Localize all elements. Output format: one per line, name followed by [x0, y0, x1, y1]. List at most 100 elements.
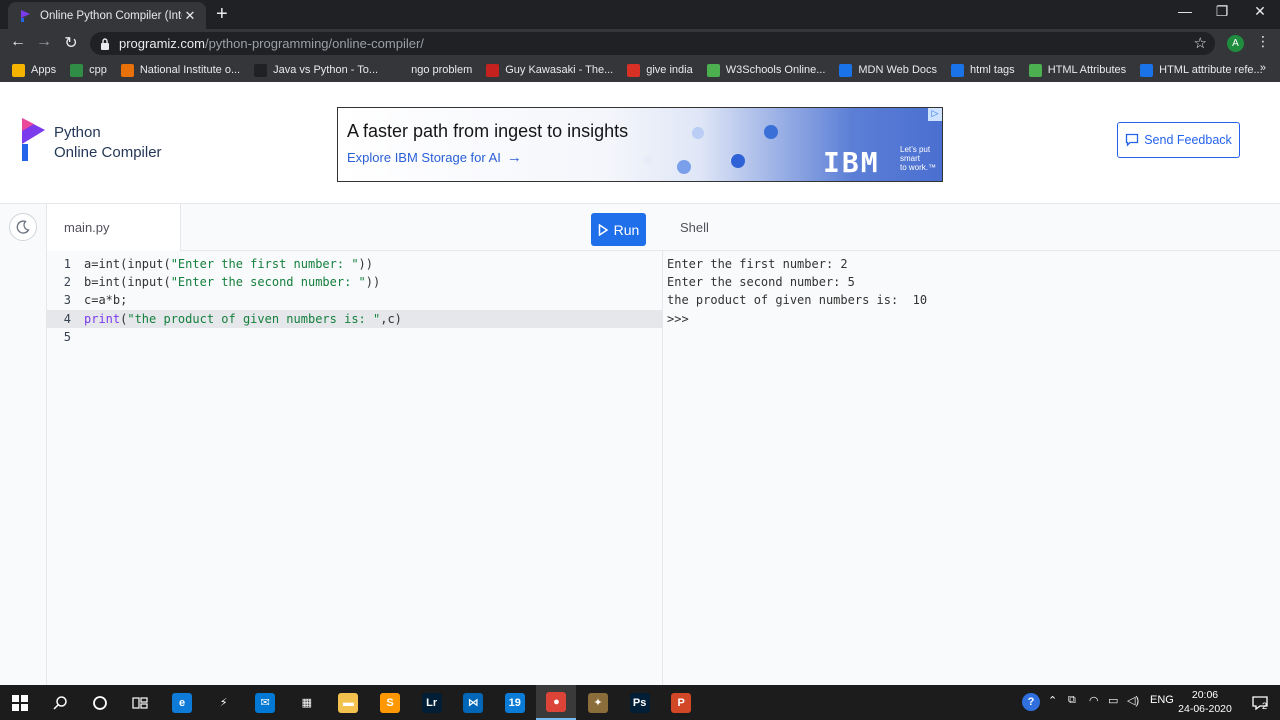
- bookmark-item[interactable]: give india: [627, 63, 693, 77]
- bookmark-item[interactable]: html tags: [951, 63, 1015, 77]
- shell-output[interactable]: Enter the first number: 2 Enter the secon…: [663, 251, 1280, 641]
- ad-link[interactable]: Explore IBM Storage for AI →: [347, 149, 522, 166]
- battery-icon[interactable]: ▭: [1108, 694, 1118, 707]
- tab-close-icon[interactable]: ✕: [182, 8, 198, 24]
- editor-tab-bar: main.py Run: [47, 204, 663, 251]
- taskbar-app-explorer[interactable]: ▬: [328, 685, 368, 720]
- bookmark-item[interactable]: National Institute o...: [120, 63, 240, 77]
- minimize-icon[interactable]: —: [1170, 3, 1200, 19]
- logo-text[interactable]: Python Online Compiler: [54, 123, 162, 163]
- search-icon: [53, 695, 67, 710]
- bookmark-item[interactable]: cpp: [70, 63, 107, 77]
- compiler-workspace: main.py Run 1 a=int(input("Enter the firs…: [0, 204, 1280, 685]
- mail-icon: ✉: [255, 692, 276, 713]
- bookmark-label: HTML Attributes: [1047, 64, 1127, 76]
- line-number: 2: [63, 275, 71, 290]
- bookmark-label: W3Schools Online...: [725, 64, 826, 76]
- adchoices-icon[interactable]: ▷: [928, 108, 942, 121]
- code-line[interactable]: 2 b=int(input("Enter the second number: "…: [47, 273, 663, 291]
- taskbar-app-photoshop[interactable]: Ps: [620, 685, 660, 720]
- bookmark-label: Java vs Python - To...: [273, 64, 379, 76]
- url-path: /python-programming/online-compiler/: [204, 36, 424, 51]
- forward-icon[interactable]: →: [34, 33, 54, 51]
- dark-mode-toggle[interactable]: [9, 213, 37, 241]
- clock-time: 20:06: [1191, 689, 1219, 701]
- bookmark-label: cpp: [89, 64, 107, 76]
- send-feedback-button[interactable]: Send Feedback: [1117, 122, 1240, 158]
- bookmark-label: HTML attribute refe...: [1159, 64, 1263, 76]
- wifi-icon[interactable]: ◠: [1089, 694, 1099, 707]
- programiz-favicon-icon: [21, 9, 30, 22]
- task-view-button[interactable]: [120, 685, 160, 720]
- url-host: programiz.com: [119, 36, 205, 51]
- windows-start-button[interactable]: [0, 685, 40, 720]
- address-bar[interactable]: programiz.com /python-programming/online…: [90, 32, 1215, 55]
- send-feedback-label: Send Feedback: [1144, 133, 1232, 147]
- bookmark-item[interactable]: Java vs Python - To...: [254, 63, 379, 77]
- browser-titlebar: Online Python Compiler (Interpre ✕ + — ❐…: [0, 0, 1280, 29]
- code-text: c=a*b;: [84, 291, 127, 309]
- search-button[interactable]: [40, 685, 80, 720]
- bookmark-label: html tags: [970, 64, 1015, 76]
- shell-output-line: the product of given numbers is: 10: [667, 293, 928, 308]
- ad-banner[interactable]: A faster path from ingest to insights Ex…: [337, 107, 943, 182]
- code-line[interactable]: 4 print("the product of given numbers is:…: [47, 309, 663, 328]
- tray-chevron-up-icon[interactable]: ⌃: [1048, 694, 1057, 707]
- bookmark-item[interactable]: Guy Kawasaki - The...: [486, 63, 613, 77]
- taskbar-app-powershell[interactable]: ⚡: [204, 685, 244, 720]
- taskbar-app-app-19[interactable]: 19: [495, 685, 535, 720]
- line-number: 4: [63, 311, 71, 326]
- bookmark-item[interactable]: MDN Web Docs: [839, 63, 937, 77]
- help-icon[interactable]: ?: [1022, 693, 1040, 711]
- code-text: a=int(input("Enter the first number: ")): [84, 255, 373, 273]
- taskbar-app-store[interactable]: ▦: [287, 685, 327, 720]
- institute-icon: [120, 63, 134, 77]
- programiz-logo-icon[interactable]: [20, 118, 46, 162]
- browser-tab[interactable]: Online Python Compiler (Interpre ✕: [8, 2, 206, 29]
- taskbar-app-chrome[interactable]: ●: [536, 685, 577, 720]
- run-button[interactable]: Run: [591, 213, 646, 246]
- bookmark-item[interactable]: ngo problem: [392, 63, 472, 77]
- browser-menu-icon[interactable]: ⋮: [1256, 33, 1270, 50]
- system-clock[interactable]: 20:06 24-06-2020: [1175, 688, 1235, 716]
- edge-icon: e: [172, 692, 192, 713]
- bookmarks-more-icon[interactable]: »: [1260, 62, 1266, 74]
- taskbar-app-edge[interactable]: e: [162, 685, 202, 720]
- taskbar-app-vscode[interactable]: ⋈: [453, 685, 493, 720]
- taskbar-app-mail[interactable]: ✉: [245, 685, 285, 720]
- taskbar-app-lightroom[interactable]: Lr: [412, 685, 452, 720]
- ibm-tagline-2: smart: [900, 154, 920, 163]
- taskbar-app-sublime[interactable]: S: [370, 685, 410, 720]
- code-editor[interactable]: 1 a=int(input("Enter the first number: ")…: [47, 251, 663, 685]
- code-line[interactable]: 1 a=int(input("Enter the first number: ")…: [47, 255, 663, 273]
- store-icon: ▦: [296, 692, 317, 713]
- file-tab-main-py[interactable]: main.py: [47, 204, 181, 251]
- action-center-button[interactable]: 2: [1240, 685, 1280, 720]
- bookmark-star-icon[interactable]: ☆: [1194, 34, 1207, 52]
- cortana-button[interactable]: [80, 685, 120, 720]
- code-token: )): [365, 275, 381, 290]
- code-text: b=int(input("Enter the second number: ")…: [84, 273, 380, 291]
- profile-avatar[interactable]: A: [1227, 35, 1244, 52]
- bookmark-item[interactable]: W3Schools Online...: [706, 63, 826, 77]
- bookmark-item[interactable]: Apps: [12, 63, 56, 77]
- powershell-icon: ⚡: [213, 692, 234, 713]
- vscode-icon: ⋈: [463, 692, 484, 713]
- close-window-icon[interactable]: ✕: [1245, 3, 1275, 20]
- taskbar-app-powerpoint[interactable]: P: [661, 685, 701, 720]
- line-number: 1: [63, 257, 71, 271]
- maximize-icon[interactable]: ❐: [1207, 3, 1237, 20]
- bookmark-label: give india: [646, 64, 693, 76]
- bookmark-item[interactable]: HTML Attributes: [1028, 63, 1127, 77]
- reload-icon[interactable]: ↻: [61, 33, 81, 53]
- bookmark-item[interactable]: HTML attribute refe...: [1140, 63, 1263, 77]
- code-line[interactable]: 5: [47, 328, 663, 346]
- new-tab-icon[interactable]: +: [216, 4, 228, 24]
- volume-icon[interactable]: ◁): [1127, 694, 1139, 707]
- ibm-tagline-3: to work.™: [900, 163, 937, 172]
- taskbar-app-cs-game[interactable]: ✦: [578, 685, 618, 720]
- back-icon[interactable]: ←: [8, 33, 28, 51]
- code-line[interactable]: 3 c=a*b;: [47, 291, 663, 309]
- language-indicator[interactable]: ENG: [1150, 694, 1174, 706]
- tray-device-icon[interactable]: ⧉: [1068, 694, 1076, 707]
